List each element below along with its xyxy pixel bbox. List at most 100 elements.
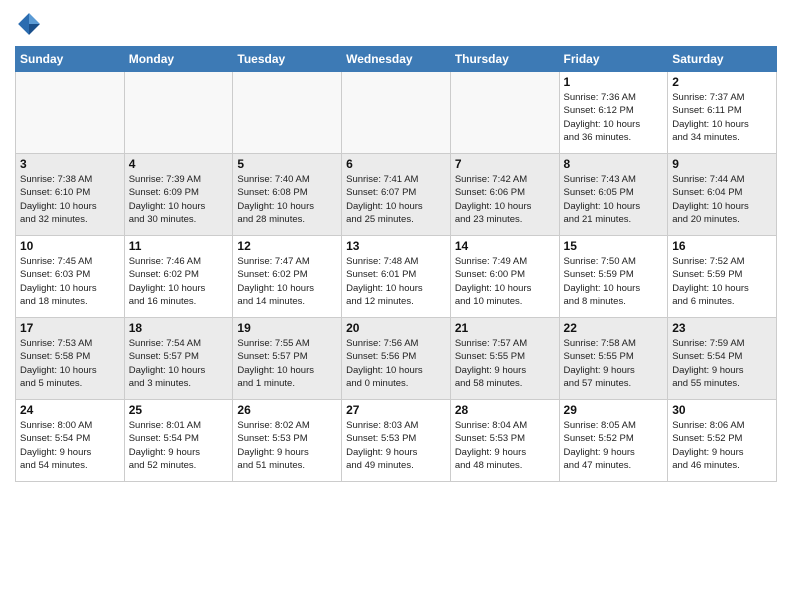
day-info: Sunrise: 7:52 AM Sunset: 5:59 PM Dayligh… [672,255,772,308]
day-info: Sunrise: 7:44 AM Sunset: 6:04 PM Dayligh… [672,173,772,226]
calendar-cell: 26 Sunrise: 8:02 AM Sunset: 5:53 PM Dayli… [233,400,342,482]
calendar-cell: 22 Sunrise: 7:58 AM Sunset: 5:55 PM Dayli… [559,318,668,400]
header [15,10,777,38]
day-number: 27 [346,403,446,417]
day-number: 5 [237,157,337,171]
day-number: 8 [564,157,664,171]
calendar-cell: 19Sunrise: 7:55 AM Sunset: 5:57 PM Dayli… [233,318,342,400]
calendar-cell [450,72,559,154]
page: SundayMondayTuesdayWednesdayThursdayFrid… [0,0,792,612]
day-info: Sunrise: 7:49 AM Sunset: 6:00 PM Dayligh… [455,255,555,308]
calendar-cell [233,72,342,154]
day-info: Sunrise: 8:04 AM Sunset: 5:53 PM Dayligh… [455,419,555,472]
day-number: 18 [129,321,229,335]
day-info: Sunrise: 7:56 AM Sunset: 5:56 PM Dayligh… [346,337,446,390]
calendar-cell: 17 Sunrise: 7:53 AM Sunset: 5:58 PM Dayli… [16,318,125,400]
week-row-3: 10 Sunrise: 7:45 AM Sunset: 6:03 PM Dayli… [16,236,777,318]
day-info: Sunrise: 7:36 AM Sunset: 6:12 PM Dayligh… [564,91,664,144]
day-info: Sunrise: 7:53 AM Sunset: 5:58 PM Dayligh… [20,337,120,390]
day-number: 3 [20,157,120,171]
calendar-cell: 18 Sunrise: 7:54 AM Sunset: 5:57 PM Dayli… [124,318,233,400]
calendar-cell: 23 Sunrise: 7:59 AM Sunset: 5:54 PM Dayli… [668,318,777,400]
calendar-cell: 9 Sunrise: 7:44 AM Sunset: 6:04 PM Daylig… [668,154,777,236]
day-number: 24 [20,403,120,417]
week-row-1: 1 Sunrise: 7:36 AM Sunset: 6:12 PM Daylig… [16,72,777,154]
day-number: 4 [129,157,229,171]
calendar-cell: 7 Sunrise: 7:42 AM Sunset: 6:06 PM Daylig… [450,154,559,236]
day-number: 1 [564,75,664,89]
calendar-cell: 6Sunrise: 7:41 AM Sunset: 6:07 PM Daylig… [342,154,451,236]
day-info: Sunrise: 8:02 AM Sunset: 5:53 PM Dayligh… [237,419,337,472]
calendar-cell [124,72,233,154]
day-number: 17 [20,321,120,335]
day-number: 9 [672,157,772,171]
calendar-cell: 27 Sunrise: 8:03 AM Sunset: 5:53 PM Dayli… [342,400,451,482]
day-number: 26 [237,403,337,417]
day-info: Sunrise: 8:03 AM Sunset: 5:53 PM Dayligh… [346,419,446,472]
weekday-header-monday: Monday [124,47,233,72]
day-number: 30 [672,403,772,417]
day-number: 23 [672,321,772,335]
day-number: 21 [455,321,555,335]
calendar-cell: 24 Sunrise: 8:00 AM Sunset: 5:54 PM Dayli… [16,400,125,482]
weekday-header-tuesday: Tuesday [233,47,342,72]
day-info: Sunrise: 7:40 AM Sunset: 6:08 PM Dayligh… [237,173,337,226]
calendar-cell: 16 Sunrise: 7:52 AM Sunset: 5:59 PM Dayli… [668,236,777,318]
day-number: 20 [346,321,446,335]
day-info: Sunrise: 7:47 AM Sunset: 6:02 PM Dayligh… [237,255,337,308]
day-info: Sunrise: 7:37 AM Sunset: 6:11 PM Dayligh… [672,91,772,144]
day-number: 22 [564,321,664,335]
calendar-cell: 10 Sunrise: 7:45 AM Sunset: 6:03 PM Dayli… [16,236,125,318]
calendar-cell: 5 Sunrise: 7:40 AM Sunset: 6:08 PM Daylig… [233,154,342,236]
day-number: 15 [564,239,664,253]
day-info: Sunrise: 7:48 AM Sunset: 6:01 PM Dayligh… [346,255,446,308]
day-info: Sunrise: 7:43 AM Sunset: 6:05 PM Dayligh… [564,173,664,226]
day-info: Sunrise: 7:46 AM Sunset: 6:02 PM Dayligh… [129,255,229,308]
calendar-cell: 20 Sunrise: 7:56 AM Sunset: 5:56 PM Dayli… [342,318,451,400]
day-number: 28 [455,403,555,417]
day-number: 16 [672,239,772,253]
weekday-header-row: SundayMondayTuesdayWednesdayThursdayFrid… [16,47,777,72]
day-info: Sunrise: 7:59 AM Sunset: 5:54 PM Dayligh… [672,337,772,390]
day-info: Sunrise: 7:55 AM Sunset: 5:57 PM Dayligh… [237,337,337,390]
calendar-cell: 1 Sunrise: 7:36 AM Sunset: 6:12 PM Daylig… [559,72,668,154]
day-info: Sunrise: 7:42 AM Sunset: 6:06 PM Dayligh… [455,173,555,226]
calendar-cell: 13 Sunrise: 7:48 AM Sunset: 6:01 PM Dayli… [342,236,451,318]
day-info: Sunrise: 8:01 AM Sunset: 5:54 PM Dayligh… [129,419,229,472]
calendar-table: SundayMondayTuesdayWednesdayThursdayFrid… [15,46,777,482]
day-info: Sunrise: 7:57 AM Sunset: 5:55 PM Dayligh… [455,337,555,390]
calendar-cell: 4 Sunrise: 7:39 AM Sunset: 6:09 PM Daylig… [124,154,233,236]
calendar-cell: 8 Sunrise: 7:43 AM Sunset: 6:05 PM Daylig… [559,154,668,236]
day-info: Sunrise: 7:58 AM Sunset: 5:55 PM Dayligh… [564,337,664,390]
day-number: 6 [346,157,446,171]
calendar-cell: 15Sunrise: 7:50 AM Sunset: 5:59 PM Dayli… [559,236,668,318]
logo-icon [15,10,43,38]
calendar-cell: 11 Sunrise: 7:46 AM Sunset: 6:02 PM Dayli… [124,236,233,318]
day-number: 25 [129,403,229,417]
day-info: Sunrise: 8:05 AM Sunset: 5:52 PM Dayligh… [564,419,664,472]
weekday-header-saturday: Saturday [668,47,777,72]
calendar-cell: 14Sunrise: 7:49 AM Sunset: 6:00 PM Dayli… [450,236,559,318]
calendar-cell [342,72,451,154]
day-info: Sunrise: 8:00 AM Sunset: 5:54 PM Dayligh… [20,419,120,472]
week-row-5: 24 Sunrise: 8:00 AM Sunset: 5:54 PM Dayli… [16,400,777,482]
day-info: Sunrise: 7:54 AM Sunset: 5:57 PM Dayligh… [129,337,229,390]
weekday-header-friday: Friday [559,47,668,72]
calendar-cell: 25 Sunrise: 8:01 AM Sunset: 5:54 PM Dayli… [124,400,233,482]
day-number: 2 [672,75,772,89]
calendar-cell: 30Sunrise: 8:06 AM Sunset: 5:52 PM Dayli… [668,400,777,482]
calendar-cell: 21 Sunrise: 7:57 AM Sunset: 5:55 PM Dayli… [450,318,559,400]
day-number: 7 [455,157,555,171]
week-row-2: 3Sunrise: 7:38 AM Sunset: 6:10 PM Daylig… [16,154,777,236]
day-number: 13 [346,239,446,253]
calendar-cell: 2 Sunrise: 7:37 AM Sunset: 6:11 PM Daylig… [668,72,777,154]
logo [15,10,47,38]
weekday-header-sunday: Sunday [16,47,125,72]
day-number: 10 [20,239,120,253]
calendar-cell: 3Sunrise: 7:38 AM Sunset: 6:10 PM Daylig… [16,154,125,236]
day-info: Sunrise: 7:39 AM Sunset: 6:09 PM Dayligh… [129,173,229,226]
calendar-cell: 29 Sunrise: 8:05 AM Sunset: 5:52 PM Dayli… [559,400,668,482]
day-number: 29 [564,403,664,417]
day-number: 11 [129,239,229,253]
day-info: Sunrise: 7:45 AM Sunset: 6:03 PM Dayligh… [20,255,120,308]
